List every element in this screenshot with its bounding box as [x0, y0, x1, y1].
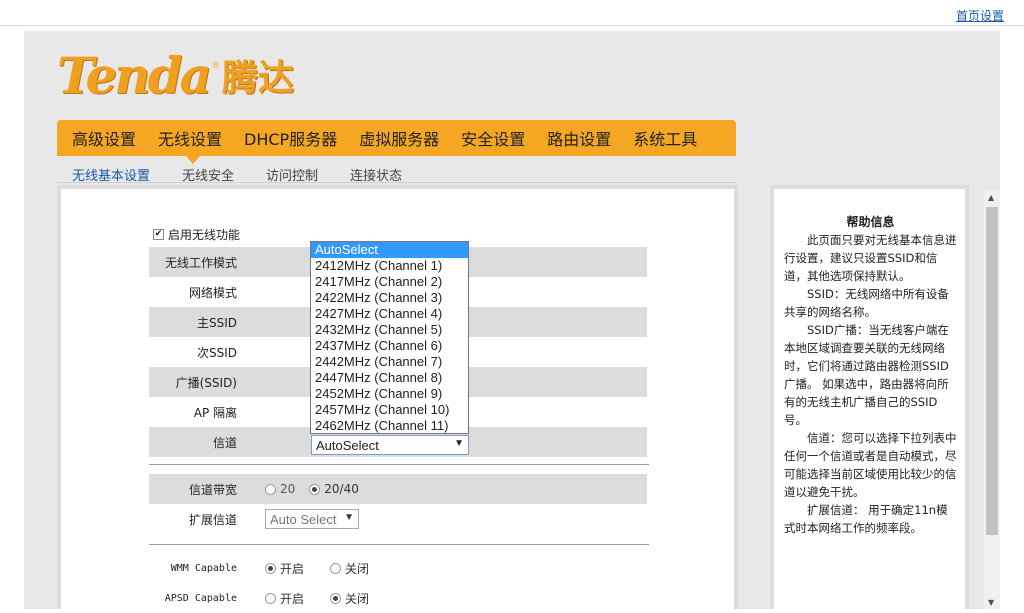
scroll-down-icon[interactable]: ▼ [988, 598, 994, 607]
ssid-sub-label: 次SSID [196, 345, 237, 360]
wmm-on-option[interactable]: 开启 [265, 560, 304, 577]
ext-channel-label: 扩展信道 [188, 512, 237, 527]
nav-dhcp[interactable]: DHCP服务器 [244, 126, 337, 150]
ssid-main-label: 主SSID [196, 315, 237, 330]
bw-20-radio[interactable] [265, 483, 276, 495]
main-nav: 高级设置 无线设置 DHCP服务器 虚拟服务器 安全设置 路由设置 系统工具 [57, 120, 736, 156]
wmm-on-label: 开启 [280, 561, 305, 576]
broadcast-label: 广播(SSID) [175, 375, 237, 390]
channel-option[interactable]: 2417MHz (Channel 2) [311, 274, 468, 290]
channel-option[interactable]: 2437MHz (Channel 6) [311, 338, 468, 354]
bw-2040-radio[interactable] [309, 483, 321, 495]
tenda-logo: Tenda ® 腾达 [57, 51, 294, 101]
apsd-off-option[interactable]: 关闭 [330, 590, 369, 607]
nav-security[interactable]: 安全设置 [461, 126, 525, 150]
subnav-divider [57, 182, 736, 183]
settings-panel: ✔ 启用无线功能 无线工作模式 (WDS) 网络模式 主SSID 次SSID 广… [57, 185, 738, 609]
channel-option[interactable]: 2447MHz (Channel 8) [311, 370, 468, 386]
wmm-label: WMM Capable [170, 562, 237, 574]
channel-select-value: AutoSelect [316, 437, 379, 453]
nav-routing[interactable]: 路由设置 [547, 126, 611, 150]
network-mode-label: 网络模式 [188, 285, 237, 300]
help-paragraph: 信道：您可以选择下拉列表中任何一个信道或者是自动模式，尽可能选择当前区域使用比较… [784, 431, 957, 499]
wmm-off-label: 关闭 [345, 561, 370, 576]
help-paragraph: SSID：无线网络中所有设备共享的网络名称。 [784, 287, 949, 319]
channel-select[interactable]: AutoSelect ▼ [311, 435, 469, 455]
help-paragraph: 扩展信道： 用于确定11n模式时本网络工作的频率段。 [784, 503, 948, 535]
bandwidth-row: 信道带宽 20 20/40 [149, 474, 647, 504]
channel-option[interactable]: 2442MHz (Channel 7) [311, 354, 468, 370]
wmm-off-radio[interactable] [330, 562, 342, 574]
bandwidth-label: 信道带宽 [188, 482, 237, 497]
wmm-on-radio[interactable] [265, 562, 276, 574]
bw-20-option[interactable]: 20 [265, 482, 295, 496]
enable-wireless-checkbox[interactable]: ✔ [153, 228, 164, 240]
bw-2040-option[interactable]: 20/40 [309, 482, 359, 496]
channel-dropdown-list: AutoSelect 2412MHz (Channel 1) 2417MHz (… [310, 241, 469, 434]
logo-registered-mark: ® [211, 61, 220, 71]
wmm-row: WMM Capable 开启 关闭 [149, 553, 647, 583]
chevron-down-icon: ▼ [454, 438, 464, 449]
section-divider-1 [149, 464, 649, 465]
channel-label: 信道 [212, 435, 237, 450]
apsd-off-label: 关闭 [345, 591, 370, 606]
active-nav-caret [186, 156, 200, 164]
bw-2040-label: 20/40 [324, 482, 359, 496]
logo-text-en: Tenda [57, 46, 212, 105]
home-settings-link[interactable]: 首页设置 [956, 7, 1004, 24]
ext-channel-select[interactable]: Auto Select ▼ [265, 509, 359, 529]
nav-advanced[interactable]: 高级设置 [72, 126, 136, 150]
bandwidth-options: 20 20/40 [249, 482, 383, 496]
logo-text-cn: 腾达 [222, 58, 295, 99]
help-paragraph: 此页面只要对无线基本信息进行设置，建议只设置SSID和信道，其他选项保持默认。 [784, 233, 957, 283]
nav-wireless[interactable]: 无线设置 [158, 126, 222, 150]
channel-option[interactable]: 2452MHz (Channel 9) [311, 386, 468, 402]
section-divider-2 [149, 544, 649, 545]
channel-option[interactable]: 2462MHz (Channel 11) [311, 418, 468, 433]
nav-system-tools[interactable]: 系统工具 [633, 126, 697, 150]
channel-option[interactable]: 2422MHz (Channel 3) [311, 290, 468, 306]
scrollbar-thumb[interactable] [986, 207, 998, 535]
router-admin-frame: Tenda ® 腾达 高级设置 无线设置 DHCP服务器 虚拟服务器 安全设置 … [24, 31, 1000, 609]
channel-option[interactable]: AutoSelect [311, 242, 468, 258]
page-scrollbar[interactable]: ▲ ▼ [984, 191, 1000, 609]
help-panel: 帮助信息 此页面只要对无线基本信息进行设置，建议只设置SSID和信道，其他选项保… [770, 185, 969, 609]
apsd-on-option[interactable]: 开启 [265, 590, 304, 607]
wireless-mode-label: 无线工作模式 [164, 255, 237, 270]
nav-virtual-server[interactable]: 虚拟服务器 [359, 126, 439, 150]
apsd-on-radio[interactable] [265, 592, 276, 604]
scroll-up-icon[interactable]: ▲ [988, 193, 994, 202]
apsd-label: APSD Capable [164, 592, 237, 604]
ext-channel-value: Auto Select [270, 511, 337, 527]
top-bar: 首页设置 [0, 0, 1024, 26]
wmm-off-option[interactable]: 关闭 [330, 560, 369, 577]
channel-option[interactable]: 2457MHz (Channel 10) [311, 402, 468, 418]
channel-option[interactable]: 2432MHz (Channel 5) [311, 322, 468, 338]
apsd-on-label: 开启 [280, 591, 305, 606]
help-title: 帮助信息 [846, 215, 895, 229]
ap-isolation-label: AP 隔离 [193, 405, 237, 420]
enable-wireless-label: 启用无线功能 [168, 227, 241, 242]
ext-channel-row: 扩展信道 Auto Select ▼ [149, 504, 647, 534]
channel-option[interactable]: 2427MHz (Channel 4) [311, 306, 468, 322]
help-paragraph: SSID广播：当无线客户端在本地区域调查要关联的无线网络时，它们将通过路由器检测… [784, 323, 949, 427]
channel-option[interactable]: 2412MHz (Channel 1) [311, 258, 468, 274]
bw-20-label: 20 [280, 482, 296, 496]
chevron-down-icon: ▼ [344, 512, 354, 523]
apsd-off-radio[interactable] [330, 592, 342, 604]
